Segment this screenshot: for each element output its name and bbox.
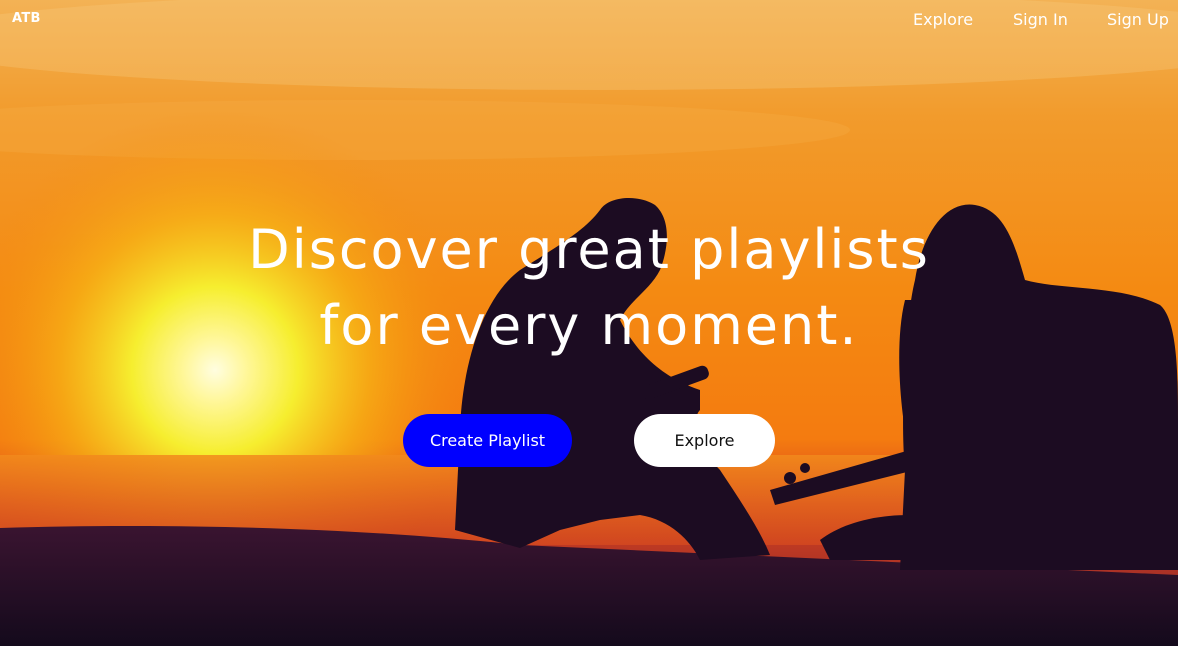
top-navigation: ATB Explore Sign In Sign Up [0, 0, 1178, 40]
nav-link-sign-in[interactable]: Sign In [1013, 10, 1068, 29]
hero-headline: Discover great playlists for every momen… [0, 212, 1178, 364]
nav-link-sign-up[interactable]: Sign Up [1107, 10, 1169, 29]
create-playlist-button[interactable]: Create Playlist [403, 414, 572, 467]
hero-headline-line-2: for every moment. [319, 294, 859, 357]
hero-headline-line-1: Discover great playlists [248, 218, 930, 281]
site-logo[interactable]: ATB [12, 11, 41, 26]
nav-link-explore[interactable]: Explore [913, 10, 973, 29]
explore-button[interactable]: Explore [634, 414, 775, 467]
